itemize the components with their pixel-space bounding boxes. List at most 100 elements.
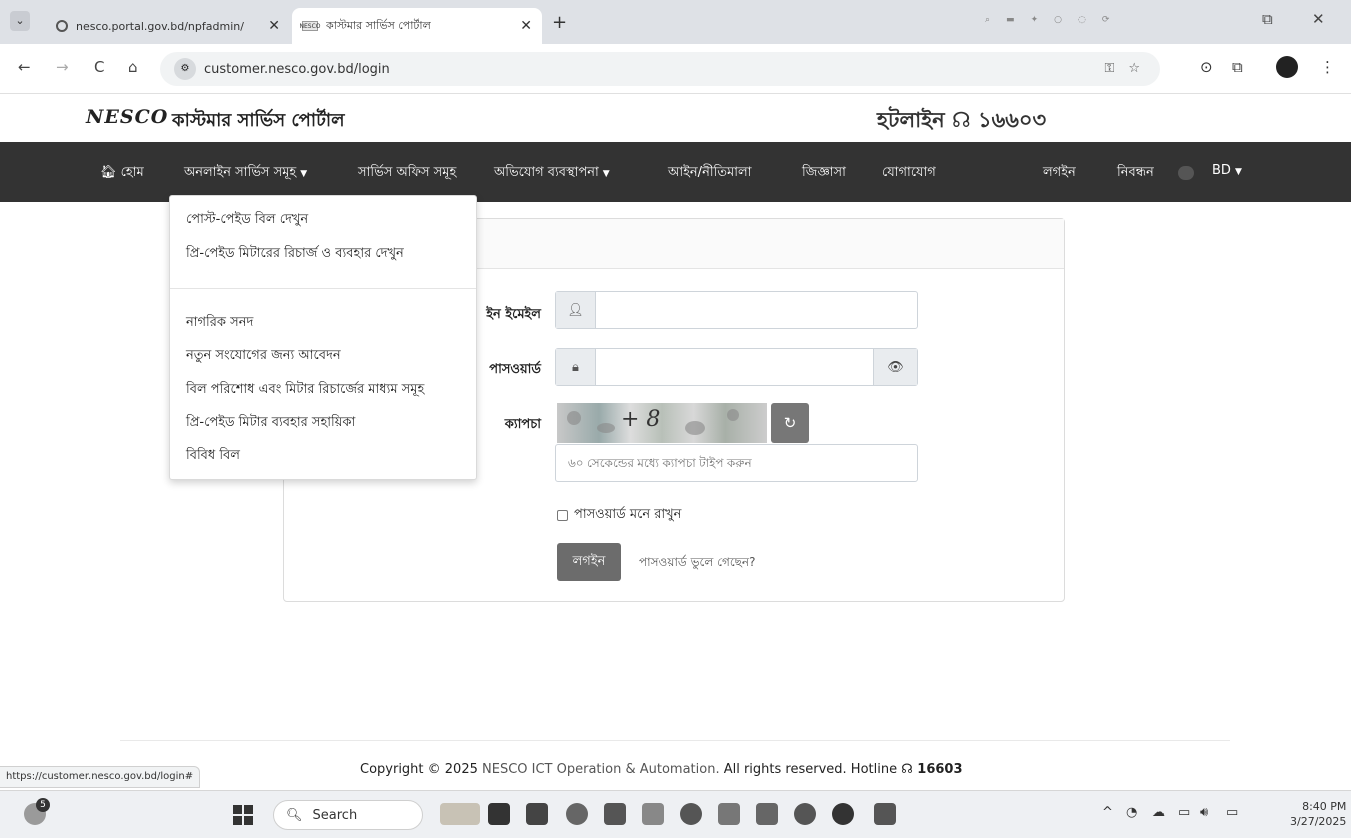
- battery-icon[interactable]: ▭: [1226, 805, 1238, 820]
- online-services-dropdown: পোস্ট-পেইড বিল দেখুন প্রি-পেইড মিটারের র…: [169, 195, 477, 480]
- tab-close-icon[interactable]: ✕: [268, 18, 280, 34]
- volume-icon[interactable]: 🔊︎: [1200, 805, 1208, 820]
- search-icon: 🔍︎: [286, 807, 303, 823]
- app-icon-3[interactable]: [756, 803, 778, 825]
- window-extras: ⌕ ▬ ✦ ○ ◌ ⟳: [985, 15, 1110, 25]
- captcha-input[interactable]: [555, 444, 918, 482]
- tray-chevron-up-icon[interactable]: ^: [1102, 805, 1113, 820]
- home-icon[interactable]: ⌂: [128, 58, 138, 76]
- captcha-text: + 8: [621, 407, 661, 432]
- dropdown-item-prepaid-recharge[interactable]: প্রি-পেইড মিটারের রিচার্জ ও ব্যবহার দেখু…: [186, 244, 404, 265]
- login-button[interactable]: লগইন: [557, 543, 621, 581]
- edge-icon[interactable]: [566, 803, 588, 825]
- forward-icon[interactable]: →: [56, 58, 69, 76]
- lock-icon: 🔒︎: [556, 349, 596, 385]
- email-input[interactable]: [596, 292, 917, 328]
- taskbar-search[interactable]: 🔍︎ Search: [273, 800, 423, 830]
- theme-toggle[interactable]: [1178, 166, 1194, 180]
- weather-badge: 5: [36, 798, 50, 812]
- address-bar[interactable]: ⚙ customer.nesco.gov.bd/login ⚿ ☆: [160, 52, 1160, 86]
- file-explorer-icon[interactable]: [604, 803, 626, 825]
- email-input-group: 👤︎: [555, 291, 918, 329]
- taskbar-clock[interactable]: 8:40 PM 3/27/2025: [1290, 799, 1346, 829]
- nav-home[interactable]: 🏠︎ হোম: [100, 163, 144, 184]
- refresh-icon: ↻: [783, 414, 797, 432]
- tab-customer-portal[interactable]: NESCO কাস্টমার সার্ভিস পোর্টাল ✕: [292, 8, 542, 44]
- nav-service-offices[interactable]: সার্ভিস অফিস সমূহ: [358, 163, 456, 184]
- word-icon[interactable]: [874, 803, 896, 825]
- store-icon[interactable]: [526, 803, 548, 825]
- extension-icon[interactable]: ⧉: [1262, 10, 1273, 28]
- app-icon-2[interactable]: [718, 803, 740, 825]
- nesco-logo[interactable]: NESCO: [86, 106, 168, 128]
- tab-close-icon[interactable]: ✕: [520, 18, 532, 34]
- dropdown-item-prepaid-guide[interactable]: প্রি-পেইড মিটার ব্যবহার সহায়িকা: [186, 413, 355, 434]
- tab-admin[interactable]: nesco.portal.gov.bd/npfadmin/ ✕: [46, 8, 290, 44]
- password-input-group: 🔒︎ 👁︎: [555, 348, 918, 386]
- site-header: NESCO কাস্টমার সার্ভিস পোর্টাল হটলাইন ☊ …: [0, 94, 1351, 142]
- captcha-refresh-button[interactable]: ↻: [771, 403, 809, 443]
- extension-circle-icon[interactable]: ⊙: [1200, 58, 1213, 76]
- dropdown-item-payment-methods[interactable]: বিল পরিশোধ এবং মিটার রিচার্জের মাধ্যম সম…: [186, 380, 424, 401]
- remember-checkbox[interactable]: [557, 510, 568, 521]
- remember-password[interactable]: পাসওয়ার্ড মনে রাখুন: [557, 505, 681, 526]
- browser-toolbar: ← → C ⌂ ⚙ customer.nesco.gov.bd/login ⚿ …: [0, 44, 1351, 94]
- windows-taskbar: 🔍︎ Search ^ ◔ ☁ ▭ 🔊︎ ▭ 8:40 PM 3/27/2025: [0, 790, 1351, 838]
- photos-icon[interactable]: [642, 803, 664, 825]
- footer-copyright: Copyright © 2025 NESCO ICT Operation & A…: [360, 762, 963, 777]
- chrome-icon[interactable]: [832, 803, 854, 825]
- kebab-menu-icon[interactable]: ⋮: [1320, 58, 1335, 76]
- nav-complaint[interactable]: অভিযোগ ব্যবস্থাপনা ▼: [494, 163, 610, 184]
- nav-login[interactable]: লগইন: [1043, 163, 1076, 184]
- user-icon: 👤︎: [556, 292, 596, 328]
- dropdown-item-citizen-charter[interactable]: নাগরিক সনদ: [186, 313, 253, 334]
- network-icon[interactable]: ▭: [1178, 805, 1190, 820]
- nav-contact[interactable]: যোগাযোগ: [882, 163, 936, 184]
- caret-down-icon: ▼: [602, 169, 610, 179]
- captcha-image: + 8: [557, 403, 767, 443]
- home-icon: 🏠︎: [100, 165, 117, 180]
- nav-online-services[interactable]: অনলাইন সার্ভিস সমূহ ▼: [184, 163, 307, 184]
- language-selector[interactable]: BD ▼: [1212, 163, 1242, 178]
- reload-icon[interactable]: C: [94, 58, 104, 76]
- bookmark-star-icon[interactable]: ☆: [1128, 61, 1140, 76]
- dropdown-item-misc-bill[interactable]: বিবিধ বিল: [186, 446, 240, 467]
- site-info-icon[interactable]: ⚙: [174, 58, 196, 80]
- new-tab-button[interactable]: +: [552, 12, 567, 33]
- globe-icon: [56, 20, 68, 32]
- chevron-down-icon: ▼: [1234, 167, 1242, 177]
- dropdown-item-postpaid-bill[interactable]: পোস্ট-পেইড বিল দেখুন: [186, 210, 308, 231]
- caret-down-icon: ▼: [300, 169, 308, 179]
- dropdown-divider: [170, 288, 476, 289]
- footer-hotline: ☊ 16603: [901, 762, 963, 777]
- eye-icon[interactable]: 👁︎: [873, 349, 917, 385]
- browser-tab-strip: ⌄ nesco.portal.gov.bd/npfadmin/ ✕ NESCO …: [0, 0, 1351, 44]
- nav-faq[interactable]: জিজ্ঞাসা: [802, 163, 846, 184]
- portal-title: কাস্টমার সার্ভিস পোর্টাল: [172, 110, 345, 131]
- forgot-password-link[interactable]: পাসওয়ার্ড ভুলে গেছেন?: [639, 554, 755, 574]
- window-close-icon[interactable]: ✕: [1312, 10, 1325, 28]
- dropdown-item-new-connection[interactable]: নতুন সংযোগের জন্য আবেদন: [186, 346, 341, 367]
- cloud-icon[interactable]: ☁: [1152, 805, 1165, 820]
- nav-register[interactable]: নিবন্ধন: [1117, 163, 1154, 184]
- tab-title: nesco.portal.gov.bd/npfadmin/: [76, 19, 244, 33]
- windows-start-icon[interactable]: [233, 805, 253, 825]
- profile-avatar[interactable]: [1276, 56, 1298, 78]
- remember-label: পাসওয়ার্ড মনে রাখুন: [574, 507, 682, 522]
- password-input[interactable]: [596, 349, 873, 385]
- widgets-icon[interactable]: [440, 803, 480, 825]
- status-bar-url: https://customer.nesco.gov.bd/login#: [0, 766, 201, 788]
- nav-law[interactable]: আইন/নীতিমালা: [668, 163, 751, 184]
- tab-title: কাস্টমার সার্ভিস পোর্টাল: [326, 18, 431, 32]
- tray-app-icon[interactable]: ◔: [1126, 805, 1137, 820]
- address-url: customer.nesco.gov.bd/login: [204, 61, 390, 77]
- puzzle-extensions-icon[interactable]: ⧉: [1232, 58, 1243, 76]
- whatsapp-icon[interactable]: [794, 803, 816, 825]
- back-icon[interactable]: ←: [18, 58, 31, 76]
- hotline-number: হটলাইন ☊ ১৬৬০৩: [877, 108, 1047, 132]
- main-navbar: 🏠︎ হোম অনলাইন সার্ভিস সমূহ ▼ সার্ভিস অফিস…: [0, 142, 1351, 202]
- password-key-icon[interactable]: ⚿: [1104, 61, 1114, 76]
- task-view-icon[interactable]: [488, 803, 510, 825]
- app-icon[interactable]: [680, 803, 702, 825]
- tab-search-chevron-icon[interactable]: ⌄: [10, 11, 30, 31]
